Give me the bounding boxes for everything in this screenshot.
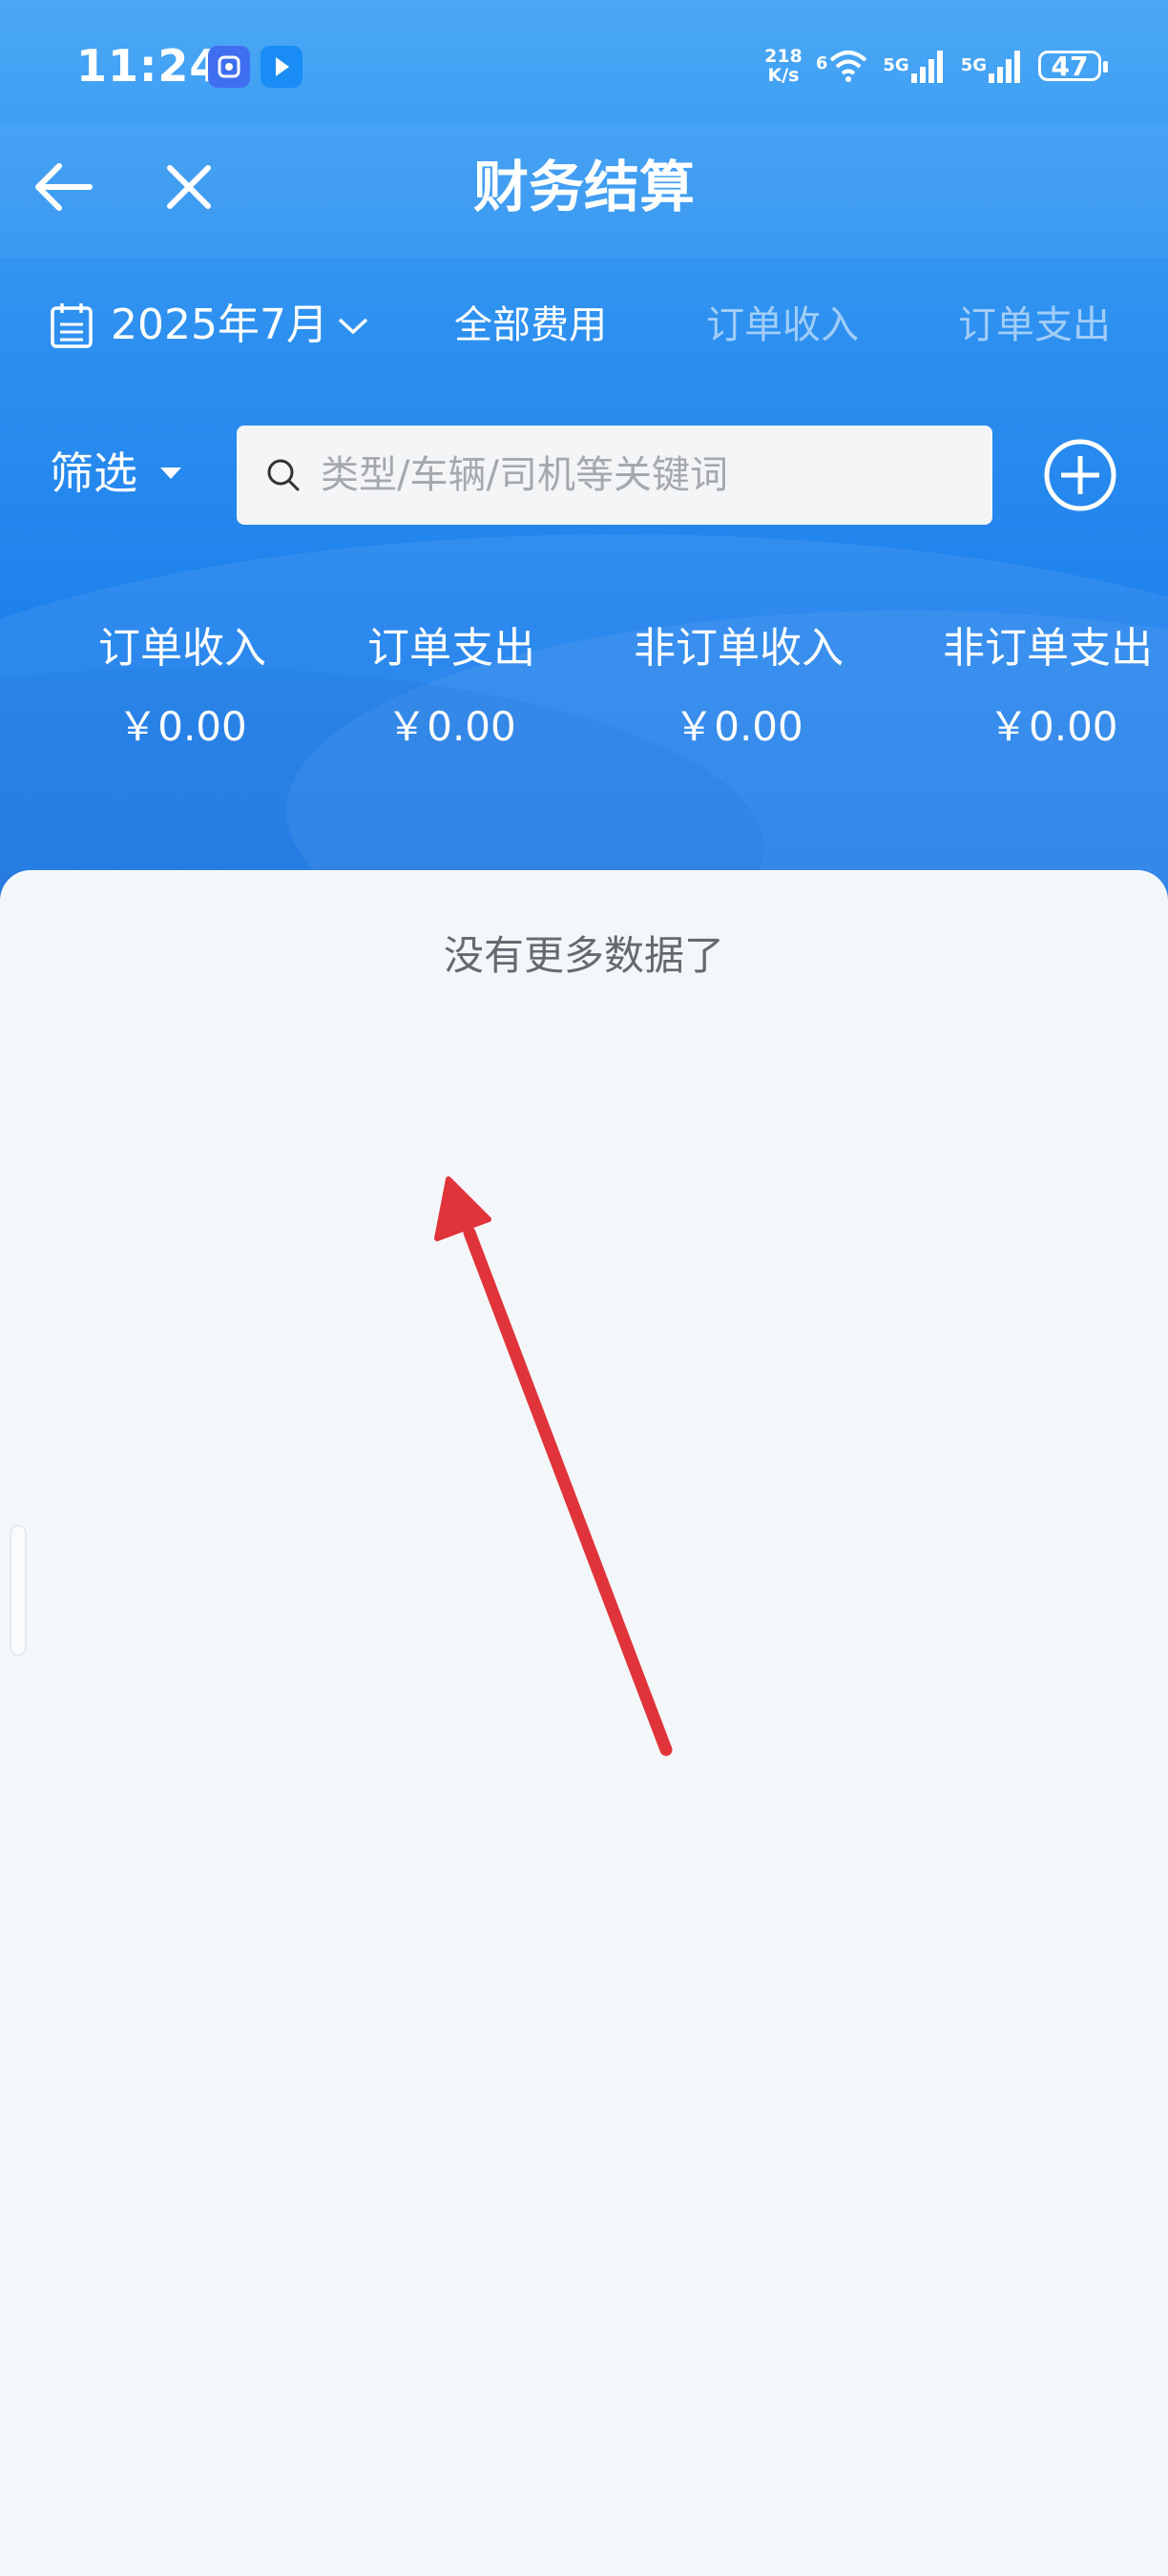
add-button[interactable] (1042, 437, 1118, 513)
search-icon (267, 459, 300, 491)
status-indicators: 218 K/s 6 5G 5G 47 (764, 42, 1108, 90)
summary-label: 非订单支出 (943, 624, 1153, 673)
plus-circle-icon (1044, 439, 1116, 511)
summary-label: 订单收入 (98, 624, 266, 673)
summary-order-income[interactable]: 订单收入 ￥0.00 (92, 620, 273, 756)
month-selector[interactable]: 2025年7月 (111, 296, 370, 355)
summary-strip: 订单收入 ￥0.00 订单支出 ￥0.00 非订单收入 ￥0.00 非订单支出 … (0, 620, 1168, 782)
summary-value: ￥0.00 (989, 703, 1118, 750)
list-panel: 没有更多数据了 (0, 870, 1168, 2576)
app-notification-icon (208, 46, 250, 88)
battery-icon: 47 (1038, 51, 1108, 82)
summary-value: ￥0.00 (386, 703, 516, 750)
tab-all-fees[interactable]: 全部费用 (454, 298, 607, 353)
network-speed: 218 K/s (764, 46, 803, 86)
filter-label: 筛选 (50, 447, 137, 499)
status-bar: 11:24 218 K/s 6 5G 5G 47 (0, 0, 1168, 124)
summary-label: 非订单收入 (634, 624, 844, 673)
page-title: 财务结算 (472, 155, 695, 219)
signal-icon-1: 5G (883, 47, 947, 85)
calendar-icon (51, 303, 93, 348)
wifi-icon: 6 (816, 49, 870, 83)
summary-order-expense[interactable]: 订单支出 ￥0.00 (361, 620, 542, 756)
chevron-down-icon (338, 318, 368, 335)
filter-button[interactable]: 筛选 (50, 441, 183, 506)
tab-order-income[interactable]: 订单收入 (706, 298, 859, 353)
app-notification-icon-2 (261, 46, 302, 88)
signal-icon-2: 5G (961, 47, 1025, 85)
status-time: 11:24 (76, 40, 221, 92)
tab-order-expense[interactable]: 订单支出 (958, 298, 1111, 353)
side-drawer-handle[interactable] (10, 1525, 27, 1656)
search-input[interactable] (319, 452, 971, 498)
summary-value: ￥0.00 (117, 703, 247, 750)
search-box[interactable] (237, 426, 992, 525)
caret-down-icon (160, 467, 181, 479)
summary-value: ￥0.00 (674, 703, 803, 750)
no-more-data-text: 没有更多数据了 (443, 932, 724, 979)
month-label: 2025年7月 (111, 301, 328, 349)
summary-non-order-expense[interactable]: 非订单支出 ￥0.00 (935, 620, 1168, 756)
summary-label: 订单支出 (367, 624, 535, 673)
summary-non-order-income[interactable]: 非订单收入 ￥0.00 (624, 620, 853, 756)
